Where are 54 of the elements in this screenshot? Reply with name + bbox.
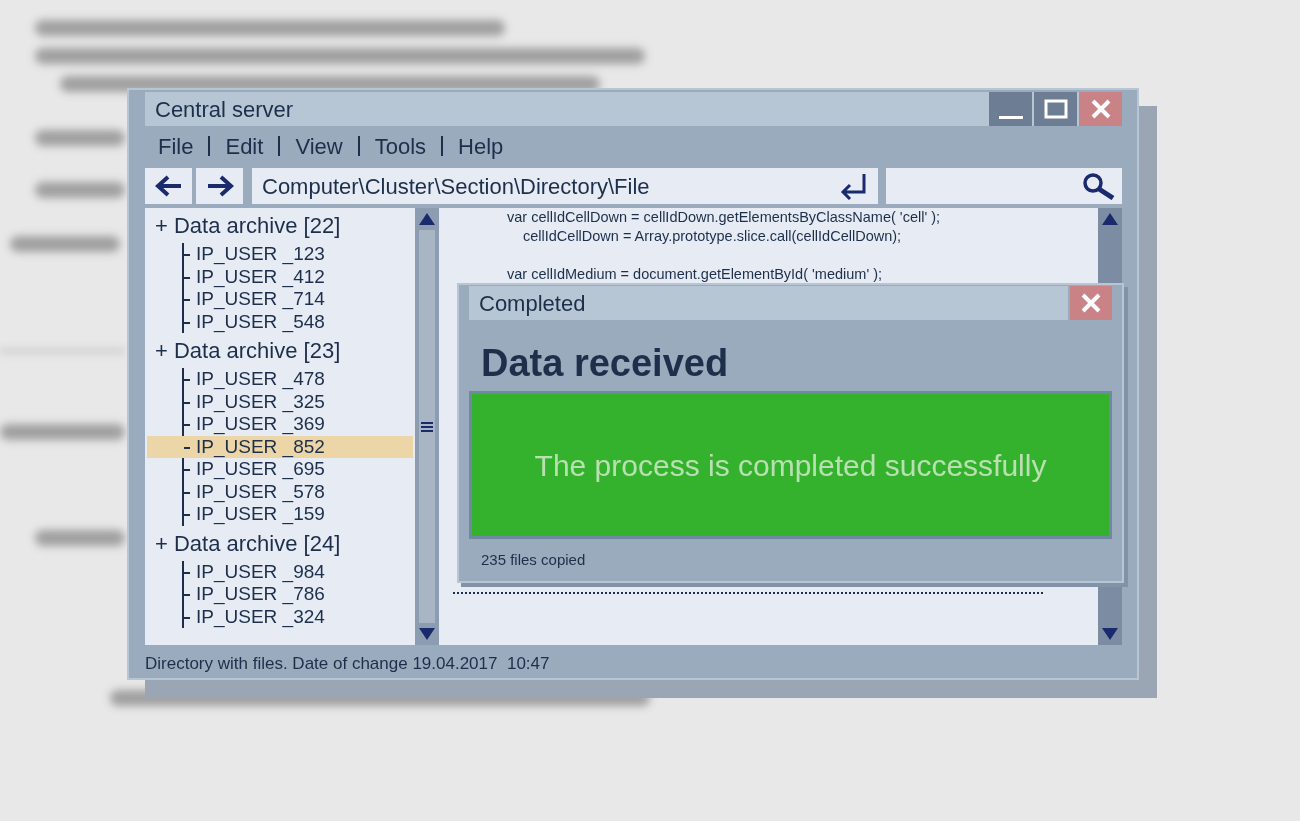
- scroll-thumb[interactable]: [419, 230, 435, 623]
- tree-item[interactable]: IP_USER _695: [147, 458, 413, 481]
- close-button[interactable]: [1079, 92, 1122, 126]
- tree-item[interactable]: IP_USER _325: [147, 390, 413, 413]
- back-arrow-icon: [154, 175, 183, 197]
- dialog-title: Completed: [469, 286, 1068, 320]
- back-button[interactable]: [145, 168, 192, 204]
- enter-icon: [838, 172, 868, 200]
- tree-item[interactable]: IP_USER _123: [147, 243, 413, 266]
- tree-item[interactable]: IP_USER _578: [147, 480, 413, 503]
- tree-item[interactable]: IP_USER _369: [147, 413, 413, 436]
- maximize-button[interactable]: [1034, 92, 1077, 126]
- close-icon: [1080, 292, 1102, 314]
- close-button[interactable]: [1070, 286, 1112, 320]
- search-icon: [1082, 172, 1116, 200]
- scroll-up-icon: [1101, 212, 1119, 226]
- close-icon: [1089, 98, 1112, 120]
- code-line: var cellIdCellDown = cellIdDown.getElementsByClassName( 'cell' );: [507, 208, 942, 227]
- tree-item[interactable]: IP_USER _412: [147, 265, 413, 288]
- code-line: var cellIdMedium = document.getElementById( 'medium' );: [507, 265, 884, 284]
- tree-group[interactable]: + Data archive [24]: [147, 529, 413, 558]
- tree-group[interactable]: + Data archive [22]: [147, 212, 413, 240]
- scrollbar[interactable]: [415, 208, 439, 645]
- tree-item[interactable]: IP_USER _159: [147, 503, 413, 526]
- menu-item[interactable]: Edit: [222, 129, 267, 163]
- tree-item[interactable]: IP_USER _714: [147, 288, 413, 311]
- tree-item[interactable]: IP_USER _478: [147, 368, 413, 391]
- menu-item[interactable]: Tools: [371, 129, 430, 163]
- window-title: Central server: [154, 95, 295, 124]
- scroll-up-icon: [418, 212, 436, 226]
- address-field[interactable]: Computer\Cluster\Section\Directory\File: [252, 168, 878, 204]
- files-copied-text: 235 files copied: [481, 550, 587, 570]
- forward-arrow-icon: [205, 175, 234, 197]
- minimize-icon: [998, 115, 1023, 119]
- menu-item[interactable]: View: [292, 129, 346, 163]
- menu-item[interactable]: Help: [455, 129, 507, 163]
- minimize-button[interactable]: [989, 92, 1032, 126]
- tree-group[interactable]: + Data archive [23]: [147, 337, 413, 365]
- tree-item[interactable]: IP_USER _548: [147, 310, 413, 333]
- success-message: The process is completed successfully: [534, 447, 1047, 484]
- scroll-down-icon: [1101, 627, 1119, 641]
- tree-item[interactable]: IP_USER _984: [147, 560, 413, 583]
- tree-item[interactable]: IP_USER _324: [147, 605, 413, 628]
- scroll-down-icon: [418, 627, 436, 641]
- menu-item[interactable]: File: [155, 129, 197, 163]
- dialog-heading: Data received: [481, 341, 730, 385]
- search-field[interactable]: [886, 168, 1122, 204]
- grip-icon: [421, 420, 433, 433]
- code-line: cellIdCellDown = Array.prototype.slice.call(cellIdCellDown);: [522, 227, 903, 246]
- tree-item[interactable]: IP_USER _786: [147, 583, 413, 606]
- status-bar-text: Directory with files. Date of change 19.04.2017 10:47: [145, 653, 551, 676]
- forward-button[interactable]: [196, 168, 243, 204]
- maximize-icon: [1043, 99, 1068, 119]
- tree-item[interactable]: IP_USER _852: [147, 435, 413, 458]
